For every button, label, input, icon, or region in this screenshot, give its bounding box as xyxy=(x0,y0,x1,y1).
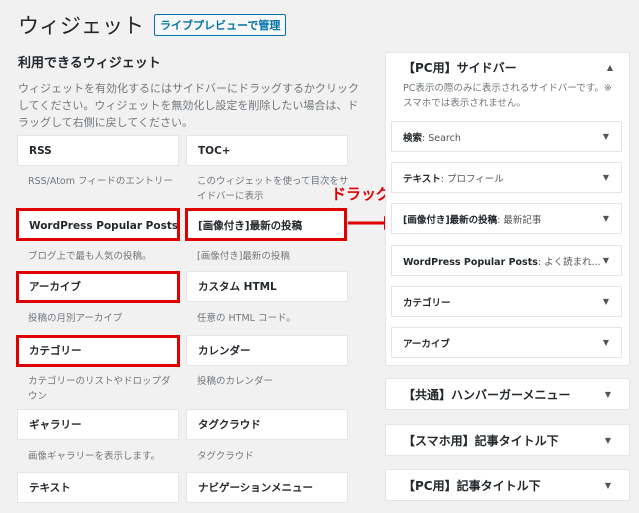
expand-caret-icon[interactable]: ▼ xyxy=(605,390,611,399)
widget-custom-html-desc: 任意の HTML コード。 xyxy=(197,313,296,324)
sidebar-widget-text[interactable]: テキスト: プロフィール ▼ xyxy=(391,162,622,193)
sidebar-widget-label: カテゴリー xyxy=(403,297,451,309)
sidebar-widget-label: [画像付き]最新の投稿 xyxy=(403,214,498,226)
sidebar-widget-sub: : よく読まれ... xyxy=(537,256,601,268)
expand-caret-icon[interactable]: ▼ xyxy=(603,132,609,141)
widget-gallery-desc: 画像ギャラリーを表示します。 xyxy=(28,451,161,462)
widget-recent-posts-with-image-desc: [画像付き]最新の投稿 xyxy=(197,251,290,262)
sidebar-widget-sub: : Search xyxy=(422,132,461,144)
widget-calendar[interactable]: カレンダー xyxy=(186,335,348,366)
sidebar-widget-label: テキスト xyxy=(403,173,441,185)
area-title: 【スマホ用】記事タイトル下 xyxy=(403,433,559,448)
live-preview-manage-button[interactable]: ライブプレビューで管理 xyxy=(154,14,287,36)
expand-caret-icon[interactable]: ▼ xyxy=(603,214,609,223)
sidebar-widget-search[interactable]: 検索: Search ▼ xyxy=(391,121,622,152)
sidebar-widget-label: 検索 xyxy=(403,132,423,144)
expand-caret-icon[interactable]: ▼ xyxy=(605,481,611,490)
area-pc-below-title[interactable]: 【PC用】記事タイトル下 ▼ xyxy=(385,469,630,501)
area-title: 【PC用】記事タイトル下 xyxy=(403,478,541,493)
widget-gallery[interactable]: ギャラリー xyxy=(17,409,179,440)
widget-toc-desc: このウィジェットを使って目次をサイドバーに表示 xyxy=(197,176,349,202)
drag-annotation-label: ドラッグ xyxy=(331,185,392,203)
widget-tag-cloud[interactable]: タグクラウド xyxy=(186,409,348,440)
widget-archive-desc: 投稿の月別アーカイブ xyxy=(28,313,123,324)
widget-text[interactable]: テキスト xyxy=(17,472,179,503)
pc-sidebar-description: PC表示の際のみに表示されるサイドバーです。※スマホでは表示されません。 xyxy=(403,83,612,109)
highlight-box-popular-posts xyxy=(16,208,180,241)
sidebar-widget-popular-posts[interactable]: WordPress Popular Posts: よく読まれ... ▼ xyxy=(391,245,622,276)
area-title: 【共通】ハンバーガーメニュー xyxy=(403,387,571,402)
expand-caret-icon[interactable]: ▼ xyxy=(603,338,609,347)
pc-sidebar-area: 【PC用】サイドバー ▲ PC表示の際のみに表示されるサイドバーです。※スマホで… xyxy=(385,52,630,366)
widget-calendar-desc: 投稿のカレンダー xyxy=(197,376,274,387)
expand-caret-icon[interactable]: ▼ xyxy=(603,173,609,182)
widget-rss-desc: RSS/Atom フィードのエントリー xyxy=(28,176,173,187)
available-widgets-section: 利用できるウィジェット ウィジェットを有効化するにはサイドバーにドラッグするかク… xyxy=(18,52,370,131)
widget-categories-desc: カテゴリーのリストやドロップダウン xyxy=(28,376,171,402)
sidebar-widget-label: アーカイブ xyxy=(403,338,450,350)
widget-custom-html[interactable]: カスタム HTML xyxy=(186,271,348,302)
sidebar-widget-archive[interactable]: アーカイブ ▼ xyxy=(391,327,622,358)
expand-caret-icon[interactable]: ▼ xyxy=(605,436,611,445)
area-sp-below-title[interactable]: 【スマホ用】記事タイトル下 ▼ xyxy=(385,424,630,456)
sidebar-widget-sub: : 最新記事 xyxy=(497,214,542,226)
available-widgets-title: 利用できるウィジェット xyxy=(18,56,161,71)
highlight-box-archive xyxy=(16,271,180,303)
widget-tag-cloud-desc: タグクラウド xyxy=(197,451,254,462)
collapse-caret-icon[interactable]: ▲ xyxy=(607,63,613,72)
sidebar-widget-label: WordPress Popular Posts xyxy=(403,256,538,268)
widget-rss[interactable]: RSS xyxy=(17,135,179,166)
pc-sidebar-title: 【PC用】サイドバー xyxy=(403,60,517,75)
page-header: ウィジェット ライブプレビューで管理 xyxy=(18,10,287,40)
page-title: ウィジェット xyxy=(18,14,144,38)
highlight-box-categories xyxy=(16,335,180,367)
area-hamburger-menu[interactable]: 【共通】ハンバーガーメニュー ▼ xyxy=(385,378,630,410)
available-widgets-description: ウィジェットを有効化するにはサイドバーにドラッグするかクリックしてください。ウィ… xyxy=(18,82,359,129)
expand-caret-icon[interactable]: ▼ xyxy=(603,297,609,306)
highlight-box-recent-posts xyxy=(185,208,347,241)
sidebar-widget-sub: : プロフィール xyxy=(440,173,504,185)
widget-toc[interactable]: TOC+ xyxy=(186,135,348,166)
widget-navigation-menu[interactable]: ナビゲーションメニュー xyxy=(186,472,348,503)
sidebar-widget-recent-posts[interactable]: [画像付き]最新の投稿: 最新記事 ▼ xyxy=(391,203,622,234)
expand-caret-icon[interactable]: ▼ xyxy=(603,256,609,265)
sidebar-widget-categories[interactable]: カテゴリー ▼ xyxy=(391,286,622,317)
widget-wordpress-popular-posts-desc: ブログ上で最も人気の投稿。 xyxy=(28,251,152,262)
pc-sidebar-header[interactable]: 【PC用】サイドバー ▲ xyxy=(386,53,629,81)
